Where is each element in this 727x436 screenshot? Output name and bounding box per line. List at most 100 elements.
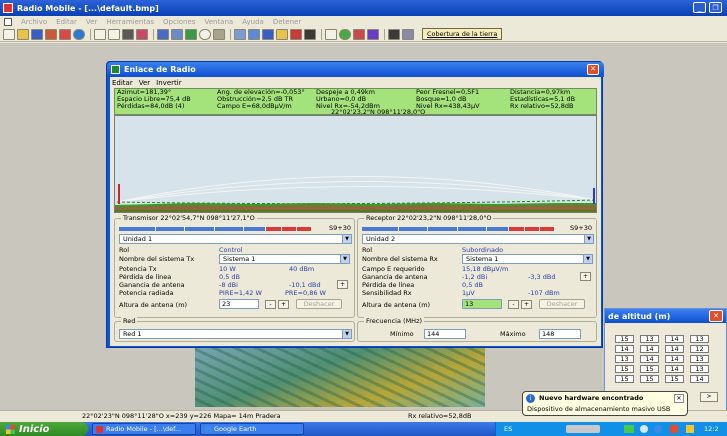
world-icon[interactable]: [339, 28, 351, 40]
menu-detener[interactable]: Detener: [273, 18, 301, 26]
network-icon[interactable]: [45, 28, 57, 40]
clock[interactable]: 12:2: [704, 425, 719, 433]
coverage-button[interactable]: Cobertura de la tierra: [422, 28, 503, 40]
chevron-down-icon[interactable]: ▼: [340, 255, 349, 263]
settings-icon[interactable]: [402, 28, 414, 40]
bars-icon[interactable]: [367, 28, 379, 40]
altitude-cell: 14: [665, 365, 684, 373]
units-icon[interactable]: [59, 28, 71, 40]
hi-icon[interactable]: [325, 28, 337, 40]
tx-antenna-label: Altura de antena (m): [119, 301, 188, 309]
cartesian-icon[interactable]: [262, 28, 274, 40]
combined-icon[interactable]: [304, 28, 316, 40]
polar-icon[interactable]: [248, 28, 260, 40]
notification-balloon[interactable]: i Nuevo hardware encontrado Dispositivo …: [522, 391, 688, 416]
route-icon[interactable]: [276, 28, 288, 40]
rx-unit-value: Unidad 2: [366, 235, 396, 243]
rx-antenna-down-button[interactable]: -: [508, 300, 519, 309]
rx-s-level: S9+30: [570, 224, 592, 232]
map-icon[interactable]: [122, 28, 134, 40]
rx-antenna-up-button[interactable]: +: [521, 300, 532, 309]
dialog-title: Enlace de Radio: [124, 65, 196, 74]
rx-gain-more-button[interactable]: +: [580, 272, 591, 281]
radio-link-icon[interactable]: [234, 28, 246, 40]
new-icon[interactable]: [3, 28, 15, 40]
freq-min-input[interactable]: 144: [424, 329, 466, 339]
tx-system-select[interactable]: Sistema 1 ▼: [219, 254, 350, 264]
usb-icon[interactable]: [654, 425, 662, 433]
dialog-close-icon[interactable]: ✕: [587, 64, 599, 75]
restore-icon[interactable]: ❐: [709, 2, 722, 13]
menu-ver[interactable]: Ver: [86, 18, 97, 26]
menu-editar[interactable]: Editar: [56, 18, 77, 26]
altitude-next-button[interactable]: >: [700, 392, 718, 402]
rx-unit-select[interactable]: Unidad 2 ▼: [362, 234, 594, 244]
rx-sensitivity-value: 1µV: [462, 289, 475, 297]
rx-loss-label: Pérdida de línea: [362, 281, 415, 289]
dialog-menu-invertir[interactable]: Invertir: [156, 79, 181, 87]
menu-ventana[interactable]: Ventana: [204, 18, 233, 26]
menu-archivo[interactable]: Archivo: [21, 18, 47, 26]
tx-antenna-down-button[interactable]: -: [265, 300, 276, 309]
volume-icon[interactable]: [640, 425, 648, 433]
rx-system-select[interactable]: Sistema 1 ▼: [462, 254, 593, 264]
altitude-cell: 15: [640, 375, 659, 383]
altitude-cell: 14: [665, 355, 684, 363]
info-nivel-rx-uv: Nivel Rx=438,43µV: [416, 102, 480, 110]
tx-power-dbm: 40 dBm: [289, 265, 315, 273]
grid-icon[interactable]: [213, 28, 225, 40]
chevron-down-icon[interactable]: ▼: [583, 255, 592, 263]
menu-ayuda[interactable]: Ayuda: [242, 18, 264, 26]
minimize-icon[interactable]: _: [693, 2, 706, 13]
terrain-icon[interactable]: [185, 28, 197, 40]
tx-undo-button[interactable]: Deshacer: [296, 299, 342, 309]
merge-icon[interactable]: [171, 28, 183, 40]
chevron-down-icon[interactable]: ▼: [342, 330, 351, 338]
balloon-text: Dispositivo de almacenamiento masivo USB: [527, 405, 671, 413]
export-icon[interactable]: [353, 28, 365, 40]
frequency-section: Frecuencia (MHz) Mínimo 144 Máximo 148: [357, 317, 597, 342]
window-icon[interactable]: [94, 28, 106, 40]
balloon-close-icon[interactable]: ✕: [674, 394, 684, 403]
camera-icon[interactable]: [388, 28, 400, 40]
picture-icon[interactable]: [136, 28, 148, 40]
tx-unit-select[interactable]: Unidad 1 ▼: [119, 234, 352, 244]
chevron-down-icon[interactable]: ▼: [584, 235, 593, 243]
task-google-earth[interactable]: Google Earth: [200, 423, 304, 435]
target-icon[interactable]: [199, 28, 211, 40]
altitude-close-icon[interactable]: ✕: [709, 310, 723, 322]
tx-power-value: 10 W: [219, 265, 236, 273]
dialog-menu-editar[interactable]: Editar: [112, 79, 133, 87]
rx-antenna-input[interactable]: 13: [462, 299, 502, 309]
save-icon[interactable]: [31, 28, 43, 40]
open-icon[interactable]: [17, 28, 29, 40]
nero-icon[interactable]: [566, 425, 600, 433]
rx-undo-button[interactable]: Deshacer: [539, 299, 585, 309]
rx-rol-value: Subordinado: [462, 246, 504, 254]
network-select[interactable]: Red 1 ▼: [119, 329, 352, 339]
tx-pre-value: PRE=0,86 W: [285, 289, 326, 297]
chevron-down-icon[interactable]: ▼: [342, 235, 351, 243]
tx-gain-dbd: -10,1 dBd: [289, 281, 321, 289]
altitude-cell: 15: [615, 335, 634, 343]
toolbar-separator: [153, 28, 154, 40]
start-button[interactable]: Inicio: [0, 422, 88, 436]
window2-icon[interactable]: [108, 28, 120, 40]
menu-opciones[interactable]: Opciones: [163, 18, 195, 26]
security-icon[interactable]: [670, 425, 678, 433]
menu-herramientas[interactable]: Herramientas: [106, 18, 154, 26]
dialog-menu-ver[interactable]: Ver: [139, 79, 150, 87]
tx-antenna-input[interactable]: 23: [219, 299, 259, 309]
tx-antenna-up-button[interactable]: +: [278, 300, 289, 309]
properties-icon[interactable]: [157, 28, 169, 40]
globe-icon[interactable]: [73, 28, 85, 40]
network-tray-icon[interactable]: [624, 425, 634, 433]
tx-loss-value: 0,5 dB: [219, 273, 240, 281]
receiver-legend: Receptor 22°02'23,2"N 098°11'28,0"O: [364, 214, 494, 222]
coverage-icon[interactable]: [290, 28, 302, 40]
update-icon[interactable]: [686, 425, 694, 433]
task-radio-mobile[interactable]: Radio Mobile - [...\def...: [92, 423, 196, 435]
tx-gain-more-button[interactable]: +: [337, 280, 348, 289]
freq-max-input[interactable]: 148: [539, 329, 581, 339]
language-indicator[interactable]: ES: [504, 425, 512, 433]
